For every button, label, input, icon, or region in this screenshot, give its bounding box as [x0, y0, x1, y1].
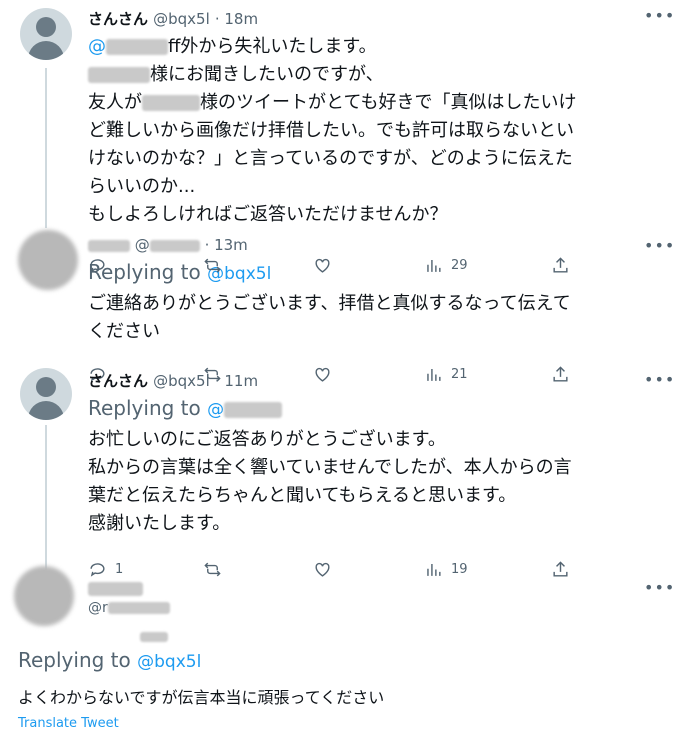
tweet-body: お忙しいのにご返答ありがとうございます。 私からの言葉は全く響いていませんでした…	[88, 429, 572, 534]
like-button[interactable]	[313, 256, 332, 275]
redacted-name	[88, 581, 143, 596]
redacted-text	[142, 95, 200, 111]
share-button[interactable]	[551, 560, 570, 579]
replying-to: Replying to @	[88, 396, 283, 420]
tweet-body: @ ff外から失礼いたします。 様にお聞きしたいのですが、 友人が 様のツイートがと…	[88, 36, 577, 225]
views-button[interactable]: 29	[424, 256, 468, 275]
tweet-header: さんさん @bqx5l · 18m	[88, 8, 258, 29]
views-button[interactable]: 21	[424, 365, 468, 384]
avatar[interactable]	[20, 8, 72, 60]
redacted-handle	[107, 602, 170, 614]
share-button[interactable]	[551, 365, 570, 384]
views-button[interactable]: 19	[424, 560, 468, 579]
like-button[interactable]	[313, 365, 332, 384]
mention[interactable]: @	[207, 400, 224, 420]
redacted-handle	[149, 239, 200, 252]
reply-button[interactable]: 1	[88, 560, 123, 579]
tweet-header	[88, 578, 143, 597]
retweet-button[interactable]	[203, 256, 222, 275]
more-icon[interactable]: •••	[644, 6, 675, 25]
avatar[interactable]	[18, 230, 78, 290]
redacted-text	[106, 39, 168, 55]
display-name[interactable]: さんさん	[88, 10, 148, 28]
views-count: 19	[451, 562, 468, 577]
views-count: 29	[451, 258, 468, 273]
reply-button[interactable]	[88, 256, 107, 275]
more-icon[interactable]: •••	[644, 236, 675, 255]
more-icon[interactable]: •••	[644, 370, 675, 389]
redacted-text	[88, 67, 150, 83]
views-count: 21	[451, 367, 468, 382]
timestamp[interactable]: · 18m	[215, 10, 258, 28]
thread-line	[45, 425, 47, 570]
redacted-name	[88, 239, 130, 252]
thread-line	[45, 68, 47, 228]
avatar[interactable]	[14, 566, 74, 626]
replying-to: Replying to @bqx5l	[18, 648, 202, 672]
user-handle-row: @r	[88, 600, 170, 616]
tweet-header: @ · 13m	[88, 236, 248, 254]
timestamp[interactable]: · 13m	[205, 236, 248, 254]
redacted-text	[140, 632, 168, 642]
retweet-button[interactable]	[203, 560, 222, 579]
user-handle[interactable]: @bqx5l	[153, 372, 210, 390]
tweet-body: ご連絡ありがとうございます、拝借と真似するなって伝えて ください	[88, 293, 571, 342]
reply-count: 1	[115, 562, 124, 577]
display-name[interactable]: さんさん	[88, 372, 148, 390]
more-icon[interactable]: •••	[644, 578, 675, 597]
like-button[interactable]	[313, 560, 332, 579]
user-handle[interactable]: @bqx5l	[153, 10, 210, 28]
mention[interactable]: @bqx5l	[137, 652, 201, 672]
replying-to: Replying to @bqx5l	[88, 260, 272, 284]
share-button[interactable]	[551, 256, 570, 275]
tweet-header: さんさん @bqx5l · 11m	[88, 370, 258, 391]
timestamp[interactable]: · 11m	[215, 372, 258, 390]
avatar[interactable]	[20, 368, 72, 420]
translate-tweet-link[interactable]: Translate Tweet	[18, 716, 119, 731]
redacted-handle	[224, 401, 283, 418]
mention[interactable]: @	[88, 36, 106, 57]
tweet-body: よくわからないですが伝言本当に頑張ってください	[18, 688, 385, 707]
